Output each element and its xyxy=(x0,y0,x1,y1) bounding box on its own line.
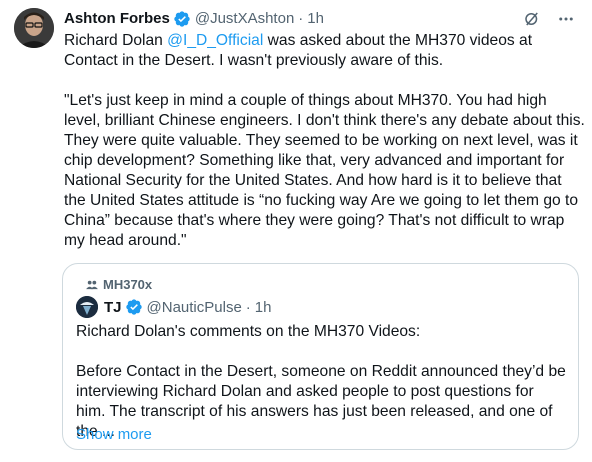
author-avatar[interactable] xyxy=(14,8,54,48)
verified-badge-icon xyxy=(173,10,191,28)
more-icon[interactable] xyxy=(556,9,576,29)
quoted-tweet-text: Richard Dolan's comments on the MH370 Vi… xyxy=(76,323,566,440)
community-name: MH370x xyxy=(103,277,153,292)
mention-link[interactable]: @I_D_Official xyxy=(167,32,263,49)
show-more-link[interactable]: Show more xyxy=(76,425,152,445)
tweet[interactable]: Ashton Forbes @JustXAshton · 1h Richard xyxy=(0,0,592,462)
quoted-tweet[interactable]: MH370x TJ @NauticPulse · 1h Richard Dola… xyxy=(62,263,579,450)
separator-dot: · xyxy=(245,298,251,316)
author-display-name[interactable]: Ashton Forbes xyxy=(64,9,170,29)
tweet-top-actions xyxy=(522,9,576,29)
quoted-author-handle[interactable]: @NauticPulse xyxy=(147,299,242,316)
quoted-tweet-timestamp[interactable]: 1h xyxy=(255,299,272,316)
quoted-author-avatar[interactable] xyxy=(76,296,98,318)
separator-dot: · xyxy=(298,10,304,27)
tweet-timestamp[interactable]: 1h xyxy=(307,9,324,29)
quoted-tweet-header: TJ @NauticPulse · 1h xyxy=(76,296,271,318)
quoted-author-name[interactable]: TJ xyxy=(104,299,122,316)
community-label[interactable]: MH370x xyxy=(85,277,152,293)
tweet-text-body: was asked about the MH370 videos at Cont… xyxy=(64,32,585,249)
tweet-text: Richard Dolan @I_D_Official was asked ab… xyxy=(64,31,586,251)
people-icon xyxy=(85,278,99,292)
tweet-text-intro: Richard Dolan xyxy=(64,32,168,49)
tweet-header: Ashton Forbes @JustXAshton · 1h xyxy=(64,9,324,29)
verified-badge-icon xyxy=(125,298,143,316)
author-handle[interactable]: @JustXAshton xyxy=(195,9,294,29)
grok-icon[interactable] xyxy=(522,9,542,29)
